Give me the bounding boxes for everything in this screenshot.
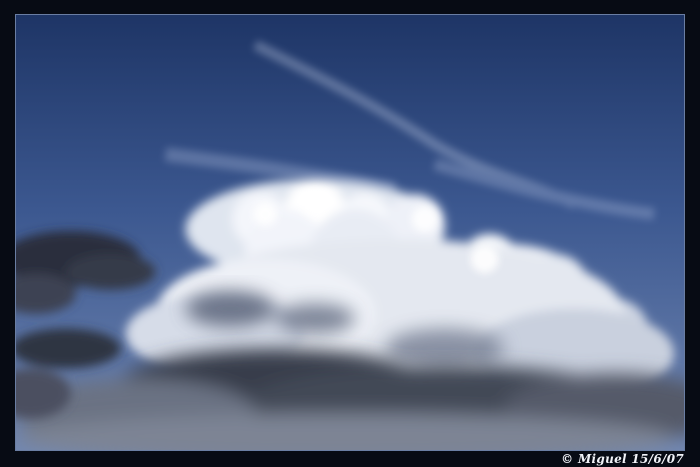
photo-credit: © Miguel 15/6/07 [561,452,684,466]
photo-frame: © Miguel 15/6/07 [0,0,700,467]
cloud-photograph [15,14,685,451]
sky-scene [16,15,684,450]
